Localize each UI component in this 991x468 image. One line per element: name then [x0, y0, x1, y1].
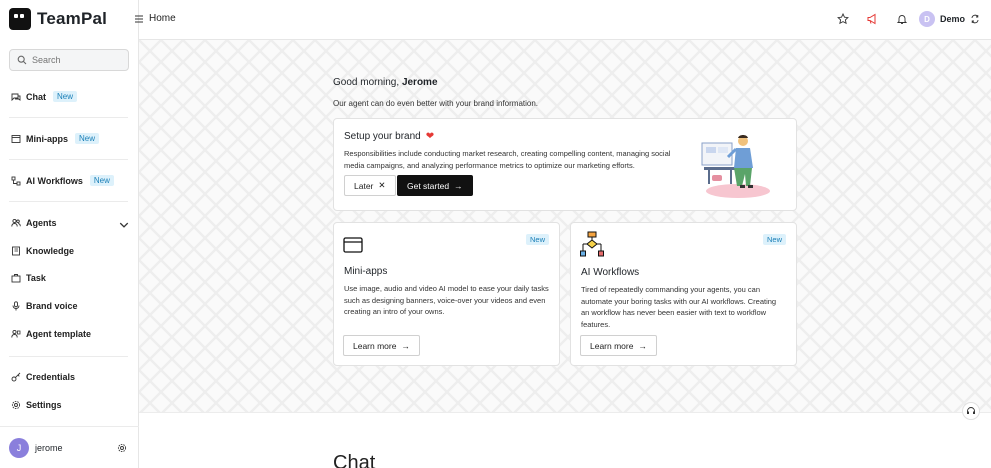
arrow-right-icon: → [454, 180, 463, 191]
close-icon: ✕ [378, 180, 386, 190]
sidebar-item-label: Settings [26, 400, 62, 410]
menu-icon[interactable] [134, 14, 144, 24]
sidebar-item-label: Agent template [26, 329, 92, 339]
new-badge: New [525, 234, 549, 245]
megaphone-icon[interactable] [866, 13, 878, 25]
mini-apps-description: Use image, audio and video AI model to e… [344, 284, 549, 316]
workflow-icon [11, 176, 21, 185]
setup-brand-card: Setup your brand ❤ Responsibilities incl… [333, 118, 797, 211]
key-icon [11, 372, 21, 382]
learn-more-button[interactable]: Learn more → [580, 335, 657, 356]
divider [9, 201, 128, 202]
bell-icon[interactable] [896, 13, 908, 25]
get-started-button[interactable]: Get started → [397, 175, 473, 196]
greeting-prefix: Good morning, [333, 77, 400, 88]
mini-apps-title: Mini-apps [344, 266, 388, 277]
mini-apps-card: New Mini-apps Use image, audio and video… [333, 222, 560, 366]
divider [0, 426, 139, 427]
ai-workflows-description: Tired of repeatedly commanding your agen… [581, 285, 777, 329]
sidebar-item-label: Chat [26, 91, 46, 102]
new-badge: New [53, 91, 78, 102]
top-bar: Home D Demo [135, 0, 991, 40]
sidebar-item-chat[interactable]: Chat New [11, 91, 78, 102]
support-button[interactable] [962, 402, 980, 420]
main-content [139, 40, 991, 468]
later-label: Later [354, 180, 374, 191]
sidebar-item-mini-apps[interactable]: Mini-apps New [11, 133, 100, 144]
search-icon [17, 55, 27, 65]
microphone-icon [12, 301, 20, 311]
page-title: Home [149, 13, 176, 24]
sidebar-item-label: AI Workflows [26, 175, 83, 186]
flowchart-icon [580, 231, 604, 257]
browser-window-icon [343, 237, 363, 253]
sidebar-item-label: Knowledge [26, 246, 75, 256]
greeting-subtitle: Our agent can do even better with your b… [333, 99, 539, 108]
sidebar-item-label: Brand voice [26, 301, 78, 311]
sidebar-item-credentials[interactable]: Credentials [11, 372, 75, 382]
divider [9, 117, 128, 118]
user-profile[interactable]: J jerome [9, 438, 63, 458]
brand-card-title: Setup your brand ❤ [344, 131, 434, 142]
learn-more-button[interactable]: Learn more → [343, 335, 420, 356]
arrow-right-icon: → [638, 340, 647, 351]
headset-icon [967, 407, 975, 414]
later-button[interactable]: Later ✕ [344, 175, 396, 196]
learn-more-label: Learn more [353, 340, 397, 351]
sidebar-item-label: Task [26, 273, 46, 283]
gear-icon[interactable] [117, 443, 127, 453]
learn-more-label: Learn more [590, 340, 634, 351]
person-at-desk-illustration [701, 135, 770, 198]
window-icon [11, 134, 21, 143]
greeting-name: Jerome [401, 77, 438, 88]
chat-heading: Chat [333, 452, 376, 468]
workspace-name: Demo [939, 14, 965, 24]
chat-section [139, 412, 991, 468]
sidebar-item-label: Mini-apps [26, 133, 68, 144]
divider [9, 356, 128, 357]
workspace-avatar: D [918, 11, 935, 27]
ai-workflows-title: AI Workflows [581, 267, 640, 278]
users-template-icon [11, 329, 21, 338]
app-name: TeamPal [37, 9, 108, 28]
new-badge: New [762, 234, 786, 245]
arrow-right-icon: → [401, 340, 410, 351]
sidebar: TeamPal Chat New Mini-apps New AI Workfl… [0, 0, 139, 468]
get-started-label: Get started [407, 180, 450, 191]
user-name: jerome [35, 443, 63, 453]
users-icon [11, 218, 21, 227]
sidebar-item-label: Agents [26, 218, 57, 228]
search-input[interactable] [32, 55, 122, 65]
avatar: J [9, 438, 29, 458]
teampal-logo-icon [9, 8, 31, 30]
sidebar-item-ai-workflows[interactable]: AI Workflows New [11, 175, 114, 186]
brand-card-title-text: Setup your brand [344, 131, 421, 142]
switch-icon [971, 14, 979, 24]
brand-card-description: Responsibilities include conducting mark… [344, 149, 671, 170]
sidebar-item-agent-template[interactable]: Agent template [11, 329, 91, 339]
new-badge: New [75, 133, 100, 144]
ai-workflows-card: New AI Workflows Tired of repeatedly com… [570, 222, 797, 366]
sidebar-item-task[interactable]: Task [11, 273, 46, 283]
new-badge: New [89, 175, 114, 186]
sidebar-item-settings[interactable]: Settings [11, 400, 62, 410]
divider [9, 159, 128, 160]
book-icon [12, 246, 20, 256]
gear-icon [11, 400, 21, 410]
sidebar-item-agents[interactable]: Agents [11, 218, 129, 228]
heart-icon: ❤ [425, 131, 435, 142]
sidebar-item-brand-voice[interactable]: Brand voice [11, 301, 78, 311]
sidebar-item-knowledge[interactable]: Knowledge [11, 246, 74, 256]
star-icon[interactable] [837, 13, 849, 25]
search-box[interactable] [9, 49, 129, 71]
chat-icon [11, 93, 21, 101]
sidebar-item-label: Credentials [26, 372, 76, 382]
workspace-switcher[interactable]: D Demo [918, 11, 980, 27]
briefcase-icon [11, 274, 21, 283]
chevron-down-icon[interactable] [119, 220, 129, 230]
app-logo[interactable]: TeamPal [9, 8, 107, 30]
greeting: Good morning, Jerome [333, 77, 438, 88]
